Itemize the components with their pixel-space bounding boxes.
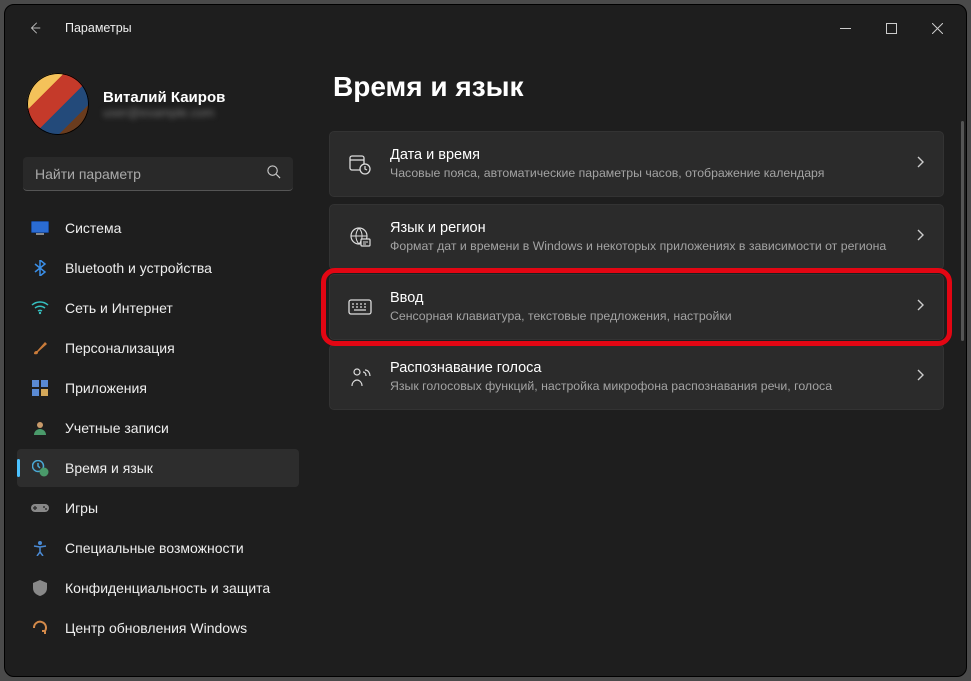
chevron-right-icon <box>915 155 925 174</box>
card-date-time[interactable]: Дата и время Часовые пояса, автоматическ… <box>329 131 944 197</box>
update-icon <box>31 619 49 637</box>
nav-time-language[interactable]: Время и язык <box>17 449 299 487</box>
sidebar: Виталий Каиров user@example.com Система … <box>5 51 311 676</box>
nav-list: Система Bluetooth и устройства Сеть и Ин… <box>17 209 299 647</box>
nav-bluetooth[interactable]: Bluetooth и устройства <box>17 249 299 287</box>
main-content: Время и язык Дата и время Часовые пояса,… <box>311 51 966 676</box>
minimize-icon <box>840 23 851 34</box>
nav-label: Игры <box>65 500 98 516</box>
speech-icon <box>348 365 372 389</box>
card-title: Распознавание голоса <box>390 360 897 376</box>
display-icon <box>31 219 49 237</box>
window-title: Параметры <box>65 21 132 35</box>
user-card[interactable]: Виталий Каиров user@example.com <box>17 63 299 151</box>
card-subtitle: Сенсорная клавиатура, текстовые предложе… <box>390 308 897 325</box>
nav-label: Центр обновления Windows <box>65 620 247 636</box>
search-box[interactable] <box>23 157 293 191</box>
user-email: user@example.com <box>103 106 225 120</box>
titlebar: Параметры <box>5 5 966 51</box>
card-speech[interactable]: Распознавание голоса Язык голосовых функ… <box>329 344 944 410</box>
page-title: Время и язык <box>333 71 944 103</box>
nav-label: Bluetooth и устройства <box>65 260 212 276</box>
accessibility-icon <box>31 539 49 557</box>
card-body: Язык и регион Формат дат и времени в Win… <box>390 208 897 267</box>
card-subtitle: Формат дат и времени в Windows и некотор… <box>390 238 897 255</box>
card-title: Ввод <box>390 290 897 306</box>
card-body: Дата и время Часовые пояса, автоматическ… <box>390 135 897 194</box>
calendar-clock-icon <box>348 152 372 176</box>
search-icon <box>266 164 281 184</box>
nav-label: Сеть и Интернет <box>65 300 173 316</box>
nav-label: Время и язык <box>65 460 153 476</box>
maximize-icon <box>886 23 897 34</box>
back-button[interactable] <box>21 14 49 42</box>
nav-label: Приложения <box>65 380 147 396</box>
privacy-icon <box>31 579 49 597</box>
card-title: Язык и регион <box>390 220 897 236</box>
account-icon <box>31 419 49 437</box>
nav-label: Учетные записи <box>65 420 169 436</box>
close-icon <box>932 23 943 34</box>
user-name: Виталий Каиров <box>103 89 225 106</box>
wifi-icon <box>31 299 49 317</box>
user-info: Виталий Каиров user@example.com <box>103 89 225 120</box>
card-language-region[interactable]: Язык и регион Формат дат и времени в Win… <box>329 204 944 270</box>
avatar <box>27 73 89 135</box>
arrow-left-icon <box>28 21 42 35</box>
chevron-right-icon <box>915 368 925 387</box>
window-body: Виталий Каиров user@example.com Система … <box>5 51 966 676</box>
card-typing[interactable]: Ввод Сенсорная клавиатура, текстовые пре… <box>329 274 944 340</box>
card-body: Распознавание голоса Язык голосовых функ… <box>390 348 897 407</box>
settings-window: Параметры Виталий Каиров user@example.co… <box>4 4 967 677</box>
nav-accessibility[interactable]: Специальные возможности <box>17 529 299 567</box>
nav-label: Специальные возможности <box>65 540 244 556</box>
card-subtitle: Язык голосовых функций, настройка микроф… <box>390 378 897 395</box>
nav-label: Персонализация <box>65 340 175 356</box>
nav-personalization[interactable]: Персонализация <box>17 329 299 367</box>
keyboard-icon <box>348 295 372 319</box>
minimize-button[interactable] <box>822 12 868 44</box>
chevron-right-icon <box>915 298 925 317</box>
scrollbar[interactable] <box>961 121 964 341</box>
search-input[interactable] <box>35 166 266 182</box>
globe-lang-icon <box>348 225 372 249</box>
nav-accounts[interactable]: Учетные записи <box>17 409 299 447</box>
nav-privacy[interactable]: Конфиденциальность и защита <box>17 569 299 607</box>
brush-icon <box>31 339 49 357</box>
settings-cards: Дата и время Часовые пояса, автоматическ… <box>329 131 944 410</box>
close-button[interactable] <box>914 12 960 44</box>
card-body: Ввод Сенсорная клавиатура, текстовые пре… <box>390 278 897 337</box>
nav-system[interactable]: Система <box>17 209 299 247</box>
card-wrapper-highlighted: Ввод Сенсорная клавиатура, текстовые пре… <box>329 274 944 340</box>
nav-label: Система <box>65 220 121 236</box>
nav-network[interactable]: Сеть и Интернет <box>17 289 299 327</box>
bluetooth-icon <box>31 259 49 277</box>
window-controls <box>822 12 960 44</box>
card-title: Дата и время <box>390 147 897 163</box>
nav-gaming[interactable]: Игры <box>17 489 299 527</box>
chevron-right-icon <box>915 228 925 247</box>
games-icon <box>31 499 49 517</box>
apps-icon <box>31 379 49 397</box>
maximize-button[interactable] <box>868 12 914 44</box>
nav-apps[interactable]: Приложения <box>17 369 299 407</box>
nav-windows-update[interactable]: Центр обновления Windows <box>17 609 299 647</box>
card-subtitle: Часовые пояса, автоматические параметры … <box>390 165 897 182</box>
nav-label: Конфиденциальность и защита <box>65 580 270 596</box>
time-lang-icon <box>31 459 49 477</box>
